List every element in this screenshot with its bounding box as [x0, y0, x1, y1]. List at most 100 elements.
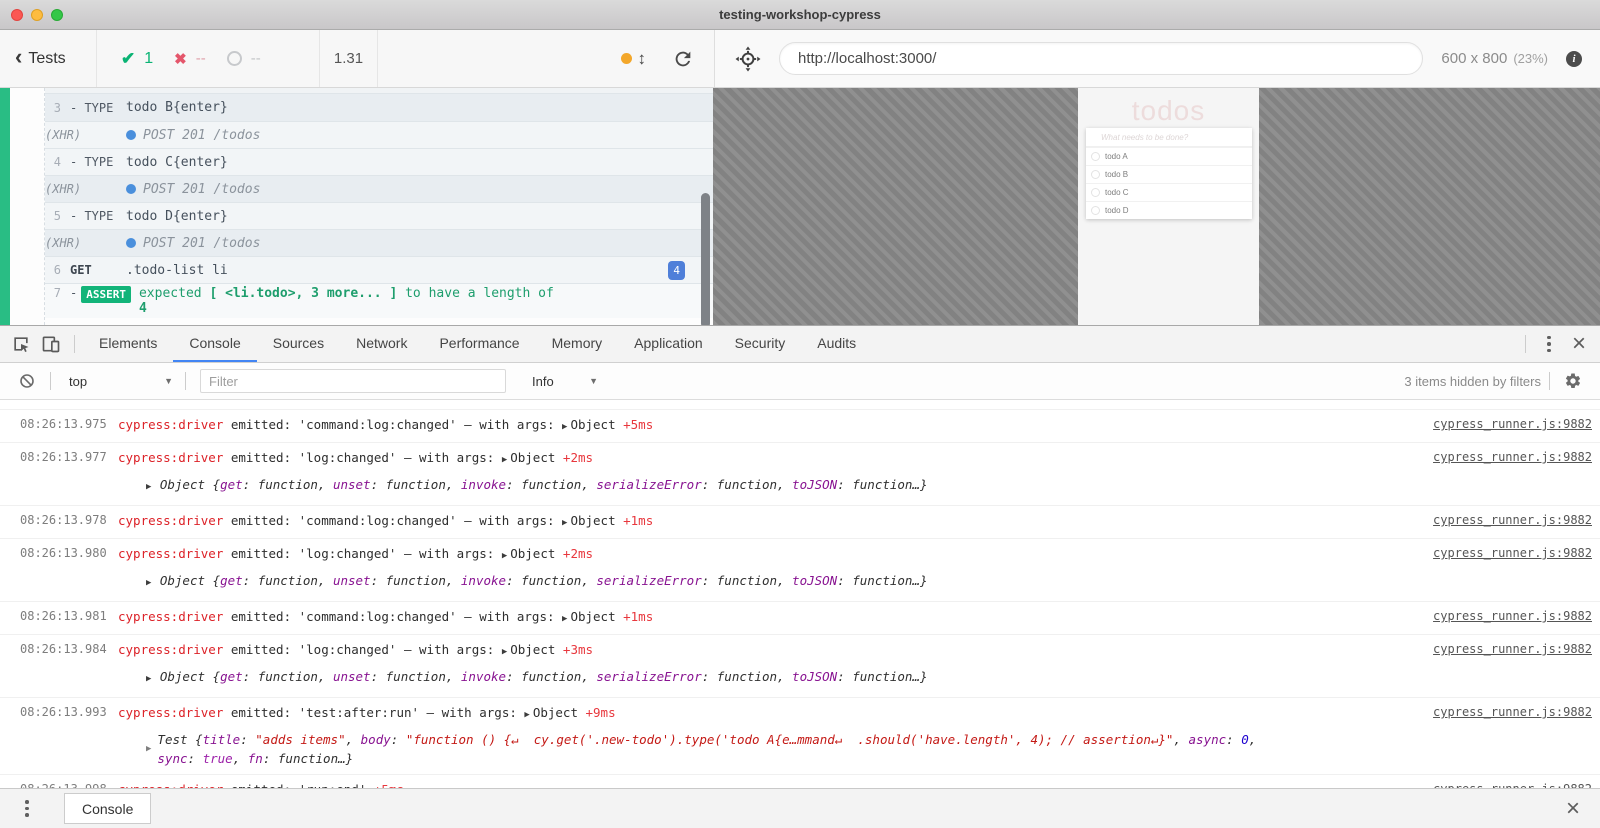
divider: [50, 372, 51, 390]
test-stats: ✔ 1 ✖ -- --: [97, 30, 320, 87]
close-window-button[interactable]: [11, 9, 23, 21]
console-token: : function,: [371, 477, 461, 492]
device-toolbar-button[interactable]: [36, 329, 66, 359]
console-entry: 08:26:13.980cypress:driver emitted: 'log…: [0, 539, 1600, 602]
command-row[interactable]: 7-ASSERTexpected [ <li.todo>, 3 more... …: [45, 283, 713, 318]
command-log: 3- TYPEtodo B{enter} (XHR) POST 201 /todos…: [0, 88, 713, 325]
command-row[interactable]: (XHR)POST 201 /todos: [45, 121, 713, 148]
command-rows: 3- TYPEtodo B{enter} (XHR) POST 201 /todos…: [45, 94, 713, 318]
app-under-test: todos What needs to be done? todo Atodo …: [1078, 88, 1259, 325]
tab-memory[interactable]: Memory: [536, 326, 619, 362]
console-token: : function…}: [837, 669, 927, 684]
command-name: (XHR): [45, 182, 126, 196]
log-timestamp: 08:26:13.977: [20, 443, 118, 472]
console-token: 4: [139, 301, 147, 316]
divider: [74, 335, 75, 353]
todo-list-item[interactable]: todo A: [1086, 147, 1252, 165]
command-row[interactable]: (XHR) POST 201 /todos: [45, 175, 713, 202]
console-token[interactable]: ▶: [524, 710, 532, 720]
tab-network[interactable]: Network: [340, 326, 423, 362]
command-log-gutter: [10, 88, 45, 325]
command-row[interactable]: 3- TYPEtodo B{enter}: [45, 94, 713, 121]
back-to-tests-button[interactable]: ‹ Tests: [0, 30, 97, 87]
xhr-message-text: POST 201 /todos: [143, 182, 260, 197]
tab-application[interactable]: Application: [618, 326, 719, 362]
expand-arrow-icon[interactable]: ▶: [146, 740, 151, 759]
source-location-link[interactable]: cypress_runner.js:9882: [1433, 698, 1592, 727]
scrollbar-thumb[interactable]: [701, 193, 710, 325]
todo-toggle-icon[interactable]: [1091, 152, 1100, 161]
console-token[interactable]: ▶: [146, 674, 160, 684]
todo-list-item[interactable]: todo D: [1086, 201, 1252, 219]
log-level-select[interactable]: Info ▼: [512, 374, 608, 389]
close-icon: ×: [1572, 332, 1586, 356]
close-drawer-button[interactable]: ×: [1558, 794, 1588, 824]
console-token[interactable]: ▶: [146, 578, 160, 588]
todo-toggle-icon[interactable]: [1091, 188, 1100, 197]
assert-message: expected [ <li.todo>, 3 more... ] to hav…: [139, 286, 713, 316]
console-token[interactable]: ▶: [502, 455, 510, 465]
viewport-controls: ↕: [378, 30, 714, 87]
xhr-dot-icon: [126, 238, 136, 248]
console-token: to have a length of: [397, 286, 554, 301]
console-token: : function,: [506, 573, 596, 588]
console-token[interactable]: ▶: [146, 482, 160, 492]
window-titlebar: testing-workshop-cypress: [0, 0, 1600, 30]
inspect-element-button[interactable]: [6, 329, 36, 359]
todo-list-item[interactable]: todo B: [1086, 165, 1252, 183]
source-location-link[interactable]: cypress_runner.js:9882: [1433, 443, 1592, 472]
console-token: cypress:driver: [118, 546, 223, 561]
cross-icon: ✖: [174, 50, 187, 68]
command-row[interactable]: 6GET.todo-list li4: [45, 256, 713, 283]
test-preview-lines: Test {title: "adds items", body: "functi…: [157, 730, 1256, 768]
zoom-window-button[interactable]: [51, 9, 63, 21]
console-token[interactable]: ▶: [502, 551, 510, 561]
source-location-link[interactable]: cypress_runner.js:9882: [1433, 410, 1592, 439]
command-row[interactable]: (XHR)POST 201 /todos: [45, 229, 713, 256]
minimize-window-button[interactable]: [31, 9, 43, 21]
console-token: : function,: [702, 477, 792, 492]
source-location-link[interactable]: cypress_runner.js:9882: [1433, 506, 1592, 535]
reload-button[interactable]: [672, 48, 694, 70]
tab-elements[interactable]: Elements: [83, 326, 173, 362]
tab-security[interactable]: Security: [719, 326, 802, 362]
drawer-menu-button[interactable]: [12, 794, 42, 824]
selector-playground-button[interactable]: [735, 46, 761, 72]
command-message: todo D{enter}: [126, 209, 713, 224]
tab-performance[interactable]: Performance: [423, 326, 535, 362]
command-row[interactable]: 5- TYPEtodo D{enter}: [45, 202, 713, 229]
divider: [1525, 335, 1526, 353]
command-row[interactable]: 4- TYPEtodo C{enter}: [45, 148, 713, 175]
source-location-link[interactable]: cypress_runner.js:9882: [1433, 775, 1592, 788]
console-settings-button[interactable]: [1558, 366, 1588, 396]
console-token: 0: [1241, 732, 1249, 747]
console-token: Object: [510, 450, 563, 465]
todo-list-item[interactable]: todo C: [1086, 183, 1252, 201]
console-toolbar: top ▼ Info ▼ 3 items hidden by filters: [0, 363, 1600, 400]
clear-console-button[interactable]: [12, 366, 42, 396]
chevron-left-icon: ‹: [15, 46, 22, 68]
console-filter-input[interactable]: [200, 369, 506, 393]
tab-console[interactable]: Console: [173, 326, 256, 362]
todo-toggle-icon[interactable]: [1091, 206, 1100, 215]
tab-audits[interactable]: Audits: [801, 326, 872, 362]
close-devtools-button[interactable]: ×: [1564, 329, 1594, 359]
source-location-link[interactable]: cypress_runner.js:9882: [1433, 539, 1592, 568]
tab-sources[interactable]: Sources: [257, 326, 340, 362]
source-location-link[interactable]: cypress_runner.js:9882: [1433, 602, 1592, 631]
source-location-link[interactable]: cypress_runner.js:9882: [1433, 635, 1592, 664]
url-input[interactable]: [779, 42, 1423, 75]
console-token[interactable]: ▶: [502, 647, 510, 657]
command-number: 4: [45, 155, 61, 169]
info-icon[interactable]: i: [1566, 51, 1582, 67]
console-token: true: [203, 751, 233, 766]
command-message: POST 201 /todos: [126, 182, 713, 197]
drawer-tab-console[interactable]: Console: [64, 793, 151, 824]
todo-toggle-icon[interactable]: [1091, 170, 1100, 179]
console-token: emitted: 'command:log:changed': [223, 417, 456, 432]
console-token: +3ms: [563, 642, 593, 657]
devtools-menu-button[interactable]: [1534, 329, 1564, 359]
context-select[interactable]: top ▼: [59, 374, 177, 389]
new-todo-input[interactable]: What needs to be done?: [1086, 128, 1252, 147]
viewport-scale-indicator[interactable]: ↕: [621, 49, 647, 69]
